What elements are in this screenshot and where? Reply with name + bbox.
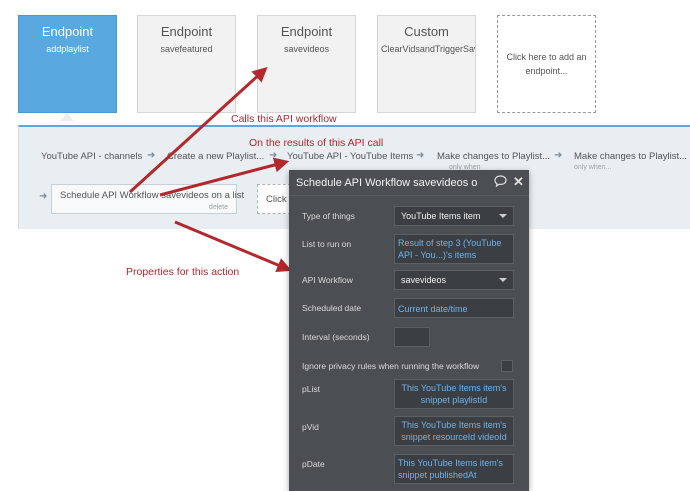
scheduled-date-label: Scheduled date bbox=[302, 303, 362, 313]
step-arrow-icon: ➜ bbox=[39, 191, 48, 202]
endpoint-card-savefeatured[interactable]: Endpoint savefeatured bbox=[137, 15, 236, 113]
pvid-label: pVid bbox=[302, 422, 319, 432]
step-youtube-items[interactable]: YouTube API - YouTube Items bbox=[287, 151, 413, 162]
plist-field[interactable]: This YouTube Items item's snippet playli… bbox=[394, 379, 514, 409]
pdate-field[interactable]: This YouTube Items item's snippet publis… bbox=[394, 454, 514, 484]
endpoint-name: addplaylist bbox=[46, 44, 89, 54]
add-endpoint-label: Click here to add an endpoint... bbox=[506, 52, 587, 76]
dropdown-value: YouTube Items item bbox=[401, 211, 481, 221]
type-of-things-dropdown[interactable]: YouTube Items item bbox=[394, 206, 514, 226]
step-arrow-icon: ➜ bbox=[554, 150, 563, 161]
endpoint-card-clearvids[interactable]: Custom ClearVidsandTriggerSav bbox=[377, 15, 476, 113]
type-of-things-label: Type of things bbox=[302, 211, 355, 221]
step-schedule-api-workflow[interactable]: Schedule API Workflow savevideos on a li… bbox=[51, 184, 244, 214]
step-make-changes-2[interactable]: Make changes to Playlist... bbox=[574, 151, 687, 162]
chevron-down-icon bbox=[499, 278, 507, 282]
step-condition: only when... bbox=[574, 164, 612, 171]
dropdown-value: savevideos bbox=[401, 275, 447, 285]
endpoint-type: Endpoint bbox=[160, 24, 213, 39]
endpoint-type: Endpoint bbox=[280, 24, 333, 39]
step-create-playlist[interactable]: Create a new Playlist... bbox=[167, 151, 264, 162]
action-properties-panel: Schedule API Workflow savevideos o ✕ Typ… bbox=[289, 170, 529, 491]
comment-icon[interactable] bbox=[494, 175, 507, 190]
list-to-run-on-field[interactable]: Result of step 3 (YouTube API - You...)'… bbox=[394, 234, 514, 264]
annotation-properties: Properties for this action bbox=[126, 266, 240, 278]
endpoint-type: Custom bbox=[404, 24, 449, 39]
endpoint-name: ClearVidsandTriggerSav bbox=[381, 44, 475, 54]
active-endpoint-pointer bbox=[60, 113, 74, 121]
step-label: Schedule API Workflow savevideos on a li… bbox=[60, 190, 245, 201]
workflow-editor: Endpoint addplaylist Endpoint savefeatur… bbox=[0, 0, 690, 491]
endpoint-name: savevideos bbox=[283, 44, 330, 54]
step-arrow-icon: ➜ bbox=[147, 150, 156, 161]
scheduled-date-field[interactable]: Current date/time bbox=[394, 298, 514, 318]
interval-input[interactable] bbox=[394, 327, 430, 347]
delete-link[interactable]: delete bbox=[209, 204, 228, 211]
step-make-changes-1[interactable]: Make changes to Playlist... bbox=[437, 151, 550, 162]
annotation-results-api-call: On the results of this API call bbox=[249, 137, 384, 149]
step-arrow-icon: ➜ bbox=[269, 150, 278, 161]
ignore-privacy-label: Ignore privacy rules when running the wo… bbox=[302, 361, 480, 371]
pdate-label: pDate bbox=[302, 459, 325, 469]
plist-label: pList bbox=[302, 384, 320, 394]
api-workflow-dropdown[interactable]: savevideos bbox=[394, 270, 514, 290]
ignore-privacy-checkbox[interactable] bbox=[501, 360, 513, 372]
endpoint-card-addplaylist[interactable]: Endpoint addplaylist bbox=[18, 15, 117, 113]
panel-header: Schedule API Workflow savevideos o ✕ bbox=[289, 170, 529, 196]
step-youtube-channels[interactable]: YouTube API - channels bbox=[41, 151, 142, 162]
chevron-down-icon bbox=[499, 214, 507, 218]
step-arrow-icon: ➜ bbox=[416, 150, 425, 161]
pvid-field[interactable]: This YouTube Items item's snippet resour… bbox=[394, 416, 514, 446]
endpoint-name: savefeatured bbox=[160, 44, 213, 54]
add-endpoint-card[interactable]: Click here to add an endpoint... bbox=[497, 15, 596, 113]
annotation-calls-workflow: Calls this API workflow bbox=[231, 113, 337, 125]
api-workflow-label: API Workflow bbox=[302, 275, 353, 285]
panel-title: Schedule API Workflow savevideos o bbox=[296, 177, 478, 189]
endpoint-type: Endpoint bbox=[41, 24, 94, 39]
interval-label: Interval (seconds) bbox=[302, 332, 370, 342]
list-to-run-on-label: List to run on bbox=[302, 239, 352, 249]
endpoint-card-savevideos[interactable]: Endpoint savevideos bbox=[257, 15, 356, 113]
close-icon[interactable]: ✕ bbox=[513, 174, 524, 190]
